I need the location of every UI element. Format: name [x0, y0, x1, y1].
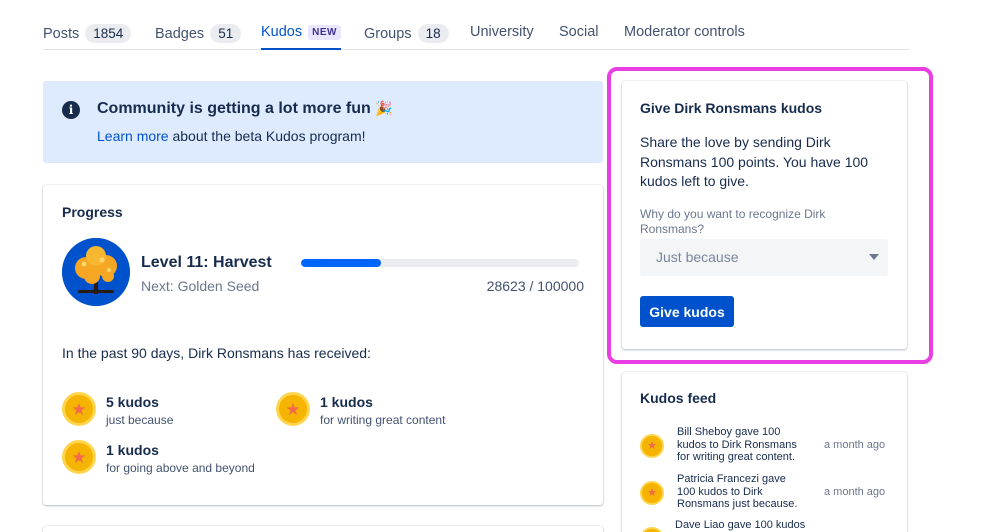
- progress-count: 28623 / 100000: [486, 278, 584, 294]
- level-progress-fill: [301, 259, 381, 267]
- give-kudos-card: Give Dirk Ronsmans kudos Share the love …: [622, 81, 907, 349]
- kudos-coin-icon: ★: [62, 392, 96, 426]
- party-popper-icon: 🎉: [375, 100, 393, 116]
- tab-count: 51: [210, 24, 242, 43]
- tab-label: Groups: [364, 25, 412, 42]
- chevron-down-icon: [869, 254, 879, 260]
- kudos-coin-icon: ★: [640, 434, 664, 458]
- learn-more-link[interactable]: Learn more: [97, 128, 169, 144]
- info-icon: i: [62, 101, 80, 119]
- kudos-reason: for writing great content: [320, 413, 446, 427]
- tab-label: Kudos: [261, 24, 303, 40]
- kudos-coin-icon: ★: [276, 392, 310, 426]
- tab-count: 18: [417, 24, 449, 43]
- kudos-feed-card: Kudos feed ★ Bill Sheboy gave 100 kudos …: [622, 372, 907, 532]
- feed-item-text: Dave Liao gave 100 kudos: [675, 519, 806, 531]
- kudos-summary-item: ★ 1 kudos for writing great content: [276, 392, 445, 427]
- tab-label: Posts: [43, 25, 80, 42]
- feed-item-time: a month ago: [824, 486, 886, 498]
- tab-label: Moderator controls: [624, 24, 745, 40]
- level-progress-bar: [301, 259, 579, 267]
- kudos-reason: just because: [106, 413, 174, 427]
- harvest-tree-icon: [62, 238, 130, 306]
- tab-count: 1854: [85, 24, 132, 43]
- progress-heading: Progress: [62, 204, 123, 220]
- kudos-summary-item: ★ 5 kudos just because: [62, 392, 173, 427]
- tab-label: Social: [559, 24, 599, 40]
- feed-item-time: a month ago: [824, 439, 886, 451]
- kudos-count: 5 kudos: [106, 394, 159, 410]
- tab-badges[interactable]: Badges 51: [155, 24, 242, 43]
- feed-item: ★ Patricia Francezi gave 100 kudos to Di…: [640, 473, 900, 510]
- new-badge: NEW: [308, 24, 341, 40]
- tab-label: Badges: [155, 25, 205, 42]
- info-banner: i Community is getting a lot more fun 🎉 …: [43, 81, 603, 163]
- reason-label: Why do you want to recognize Dirk Ronsma…: [640, 207, 826, 236]
- give-kudos-description: Share the love by sending Dirk Ronsmans …: [640, 134, 869, 189]
- kudos-coin-icon: ★: [640, 527, 664, 532]
- feed-item: ★ Dave Liao gave 100 kudos: [640, 519, 900, 532]
- kudos-feed-heading: Kudos feed: [640, 390, 717, 406]
- reason-select-value: Just because: [656, 249, 739, 265]
- tab-social[interactable]: Social: [559, 24, 599, 40]
- reason-select[interactable]: Just because: [640, 239, 888, 276]
- kudos-reason: for going above and beyond: [106, 461, 255, 475]
- feed-item: ★ Bill Sheboy gave 100 kudos to Dirk Ron…: [640, 426, 900, 463]
- next-level: Next: Golden Seed: [141, 278, 260, 294]
- next-card: [43, 526, 603, 532]
- feed-item-text: Patricia Francezi gave 100 kudos to Dirk…: [677, 473, 798, 510]
- level-name: Level 11: Harvest: [141, 254, 272, 271]
- kudos-count: 1 kudos: [106, 442, 159, 458]
- give-kudos-button[interactable]: Give kudos: [640, 296, 734, 327]
- received-summary: In the past 90 days, Dirk Ronsmans has r…: [62, 345, 371, 361]
- banner-description: Learn more about the beta Kudos program!: [97, 128, 366, 144]
- profile-tabs: Posts 1854 Badges 51 Kudos NEW Groups 18…: [43, 18, 910, 50]
- tab-label: University: [470, 24, 534, 40]
- tab-kudos[interactable]: Kudos NEW: [261, 24, 341, 50]
- tab-moderator-controls[interactable]: Moderator controls: [624, 24, 745, 40]
- kudos-coin-icon: ★: [640, 481, 664, 505]
- banner-description-text: about the beta Kudos program!: [168, 128, 366, 144]
- progress-card: Progress Level 11: Harvest Next: Golden …: [43, 185, 603, 505]
- kudos-coin-icon: ★: [62, 440, 96, 474]
- tab-groups[interactable]: Groups 18: [364, 24, 449, 43]
- tab-university[interactable]: University: [470, 24, 534, 40]
- banner-title: Community is getting a lot more fun 🎉: [97, 100, 393, 118]
- banner-title-text: Community is getting a lot more fun: [97, 100, 371, 117]
- kudos-summary-item: ★ 1 kudos for going above and beyond: [62, 440, 255, 475]
- tab-posts[interactable]: Posts 1854: [43, 24, 132, 43]
- give-kudos-heading: Give Dirk Ronsmans kudos: [640, 100, 823, 116]
- kudos-count: 1 kudos: [320, 394, 373, 410]
- feed-item-text: Bill Sheboy gave 100 kudos to Dirk Ronsm…: [677, 426, 797, 463]
